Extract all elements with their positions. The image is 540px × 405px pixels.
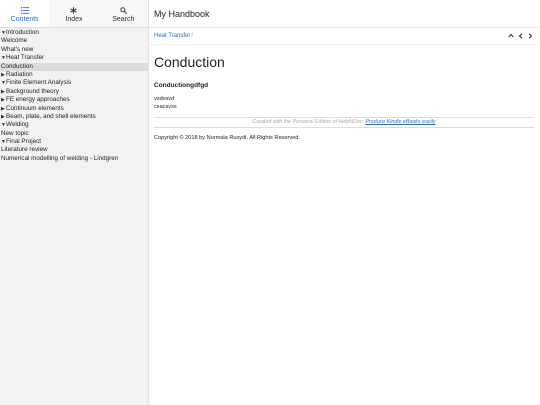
- breadcrumb: Heat Transfer /: [148, 28, 540, 45]
- paragraph-line: vsdvsvd: [154, 96, 175, 102]
- chevron-right-icon[interactable]: [527, 31, 534, 40]
- toc-item-fe-energy-approaches[interactable]: ▶FE energy approaches: [0, 96, 148, 104]
- credit-text: Created with the Personal Edition of Hel…: [252, 119, 365, 125]
- toc-item-welding[interactable]: ▼Welding: [0, 121, 148, 129]
- tab-search-label: Search: [112, 15, 135, 23]
- tab-index[interactable]: Index: [49, 0, 98, 27]
- toc-item-beam-plate-shell[interactable]: ▶Beam, plate, and shell elements: [0, 113, 148, 121]
- toc-item-heat-transfer[interactable]: ▼Heat Transfer: [0, 54, 148, 62]
- paragraph-line: csacsvss: [154, 104, 177, 110]
- toc-item-introduction[interactable]: ▼Introduction: [0, 29, 148, 37]
- tab-index-label: Index: [65, 15, 83, 23]
- tab-contents[interactable]: Contents: [0, 0, 50, 27]
- topic-heading: Conductiongdfgd: [154, 82, 209, 89]
- page-title: Conduction: [154, 54, 225, 70]
- sidebar-tabs: Contents Index Search: [0, 0, 148, 28]
- chevron-up-icon[interactable]: [507, 31, 514, 40]
- toc-item-finite-element-analysis[interactable]: ▼Finite Element Analysis: [0, 79, 148, 87]
- helpndoc-credit: Created with the Personal Edition of Hel…: [154, 118, 534, 127]
- toc-item-radiation[interactable]: ▶Radiation: [0, 71, 148, 79]
- breadcrumb-heat-transfer[interactable]: Heat Transfer: [154, 33, 190, 39]
- sidebar: Contents Index Search ▼Introduction Welc…: [0, 0, 149, 405]
- toc-item-whats-new[interactable]: What's new: [0, 46, 148, 54]
- tab-contents-label: Contents: [10, 15, 39, 23]
- toc-item-background-theory[interactable]: ▶Background theory: [0, 88, 148, 96]
- chevron-left-icon[interactable]: [517, 31, 524, 40]
- toc-item-new-topic[interactable]: New topic: [0, 130, 148, 138]
- copyright-notice: Copyright © 2018 by Nurmala Rusydi. All …: [154, 135, 300, 141]
- asterisk-icon: [70, 5, 78, 16]
- toc-item-final-project[interactable]: ▼Final Project: [0, 138, 148, 146]
- breadcrumb-separator: /: [191, 33, 194, 39]
- toc-item-literature-review[interactable]: Literature review: [0, 146, 148, 154]
- credit-link[interactable]: Produce Kindle eBooks easily: [366, 119, 436, 125]
- toc-item-numerical-modelling[interactable]: Numerical modelling of welding - Lindgre…: [0, 155, 148, 163]
- main-panel: My Handbook Heat Transfer / Conduction C…: [148, 0, 540, 405]
- toc-item-continuum-elements[interactable]: ▶Continuum elements: [0, 105, 148, 113]
- tab-search[interactable]: Search: [99, 0, 148, 27]
- topic-nav: [507, 31, 534, 40]
- topic-content: Conduction Conductiongdfgd vsdvsvd csacs…: [148, 54, 540, 141]
- toc-item-conduction[interactable]: Conduction: [0, 62, 148, 71]
- divider: [154, 127, 534, 128]
- toc-tree: ▼Introduction Welcome What's new ▼Heat T…: [0, 28, 148, 163]
- app-header: My Handbook: [148, 0, 540, 28]
- toc-item-welcome[interactable]: Welcome: [0, 37, 148, 45]
- handbook-title: My Handbook: [154, 8, 210, 19]
- list-icon: [20, 5, 29, 16]
- search-icon: [120, 5, 127, 16]
